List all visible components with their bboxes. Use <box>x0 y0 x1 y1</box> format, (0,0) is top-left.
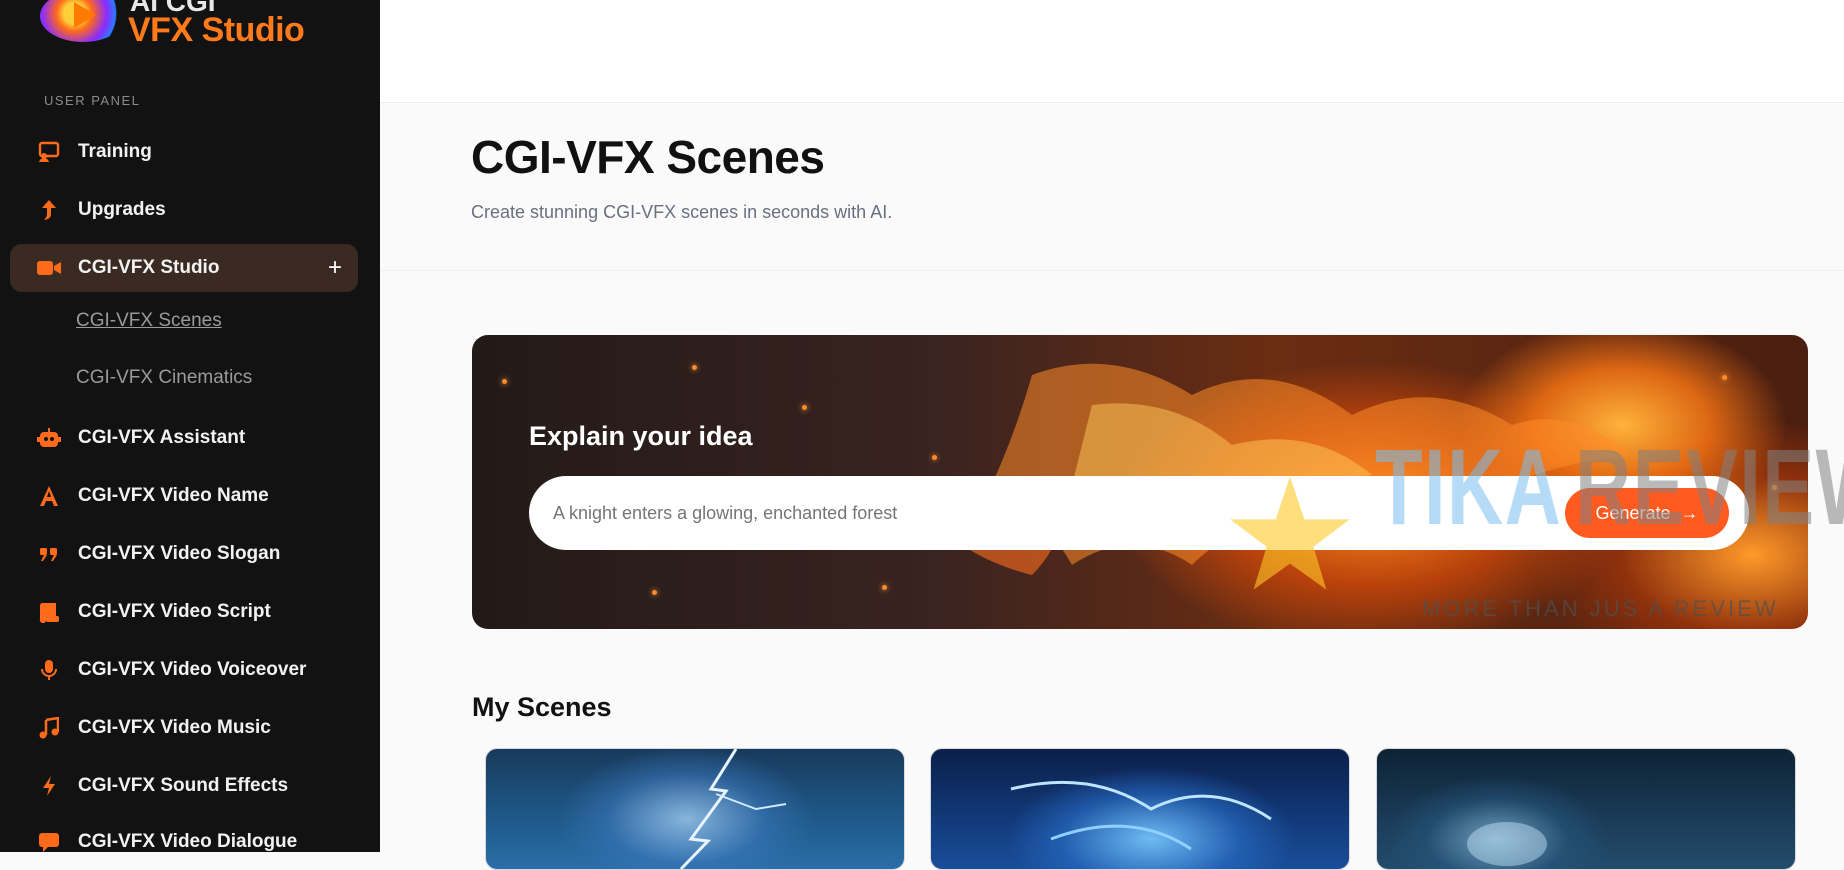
section-divider <box>380 270 1844 271</box>
sidebar-subitem-cgi-vfx-cinematics[interactable]: CGI-VFX Cinematics <box>76 367 252 389</box>
sidebar-item-training[interactable]: Training <box>10 128 358 176</box>
watermark-brand-review: REVIEW <box>1575 426 1844 547</box>
sidebar-item-label: CGI-VFX Sound Effects <box>78 775 289 796</box>
sidebar-item-label: CGI-VFX Video Music <box>78 717 271 738</box>
sidebar-item-label: CGI-VFX Studio <box>78 257 220 278</box>
letter-a-icon <box>36 483 62 509</box>
hero-heading: Explain your idea <box>529 421 753 451</box>
robot-icon <box>36 425 62 451</box>
sidebar-item-cgi-vfx-video-name[interactable]: CGI-VFX Video Name <box>10 472 358 520</box>
ember-spark <box>802 405 807 410</box>
sidebar-item-cgi-vfx-video-dialogue[interactable]: CGI-VFX Video Dialogue <box>10 818 358 852</box>
watermark-star-icon <box>1230 476 1350 590</box>
arrow-up-icon <box>36 197 62 223</box>
sidebar-subitem-cgi-vfx-scenes[interactable]: CGI-VFX Scenes <box>76 310 222 332</box>
sidebar-item-label: Upgrades <box>78 199 166 220</box>
sidebar-item-label: CGI-VFX Video Name <box>78 485 269 506</box>
app-logo[interactable]: AI CGI VFX Studio <box>40 0 340 54</box>
ember-spark <box>932 455 937 460</box>
page-subtitle: Create stunning CGI-VFX scenes in second… <box>471 202 893 222</box>
sidebar-item-label: CGI-VFX Assistant <box>78 427 246 448</box>
my-scenes-title: My Scenes <box>472 692 612 722</box>
sidebar-item-cgi-vfx-video-script[interactable]: CGI-VFX Video Script <box>10 588 358 636</box>
sidebar-item-label: CGI-VFX Video Script <box>78 601 271 622</box>
sidebar-item-cgi-vfx-sound-effects[interactable]: CGI-VFX Sound Effects <box>10 762 358 810</box>
music-note-icon <box>36 715 62 741</box>
sidebar-item-upgrades[interactable]: Upgrades <box>10 186 358 234</box>
chat-icon <box>36 829 62 852</box>
ember-spark <box>502 379 507 384</box>
lightning-scene-thumbnail <box>679 749 787 869</box>
expand-plus-icon[interactable]: + <box>328 254 342 282</box>
ember-spark <box>692 365 697 370</box>
user-panel-label: USER PANEL <box>44 93 141 108</box>
play-icon <box>74 2 96 28</box>
ember-spark <box>1722 375 1727 380</box>
page-title: CGI-VFX Scenes <box>471 131 825 183</box>
sidebar-item-cgi-vfx-studio[interactable]: CGI-VFX Studio + <box>10 244 358 292</box>
sidebar-item-label: CGI-VFX Video Voiceover <box>78 659 307 680</box>
misty-scene-thumbnail <box>1467 822 1547 866</box>
presentation-icon <box>36 139 62 165</box>
quote-icon <box>36 541 62 567</box>
sidebar: AI CGI VFX Studio USER PANEL Training Up… <box>0 0 380 852</box>
ice-dragon-scene-thumbnail <box>1010 780 1272 851</box>
sidebar-item-cgi-vfx-video-music[interactable]: CGI-VFX Video Music <box>10 704 358 752</box>
ember-spark <box>652 590 657 595</box>
ember-spark <box>882 585 887 590</box>
logo-bottom-text: VFX Studio <box>128 11 305 49</box>
video-camera-icon <box>36 255 62 281</box>
sidebar-item-cgi-vfx-video-voiceover[interactable]: CGI-VFX Video Voiceover <box>10 646 358 694</box>
lightning-icon <box>36 773 62 799</box>
watermark-tagline: MORE THAN JUS A REVIEW <box>1422 596 1779 621</box>
sidebar-item-cgi-vfx-assistant[interactable]: CGI-VFX Assistant <box>10 414 358 462</box>
sidebar-item-label: Training <box>78 141 152 162</box>
sidebar-item-label: CGI-VFX Video Slogan <box>78 543 281 564</box>
script-icon <box>36 599 62 625</box>
top-bar <box>380 0 1844 103</box>
microphone-icon <box>36 657 62 683</box>
watermark-brand-tika: TIKA <box>1375 426 1563 547</box>
sidebar-item-label: CGI-VFX Video Dialogue <box>78 831 298 852</box>
sidebar-item-cgi-vfx-video-slogan[interactable]: CGI-VFX Video Slogan <box>10 530 358 578</box>
